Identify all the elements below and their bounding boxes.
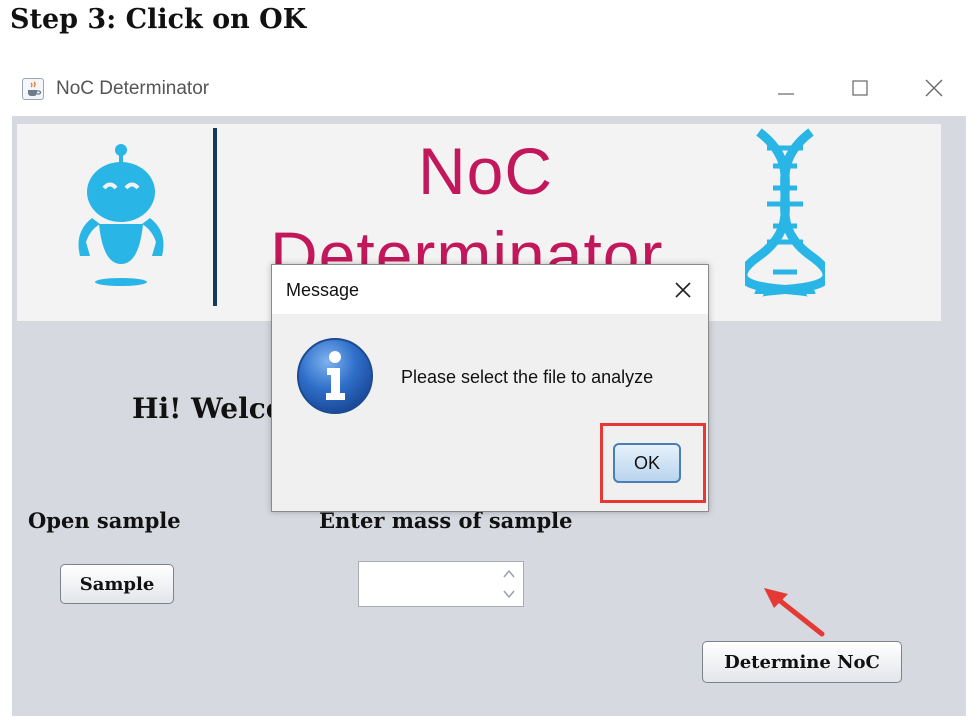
java-cup-icon bbox=[22, 78, 44, 100]
close-icon[interactable] bbox=[914, 72, 954, 106]
info-icon bbox=[297, 338, 373, 414]
banner-divider bbox=[213, 128, 217, 306]
window-titlebar: NoC Determinator bbox=[10, 66, 972, 114]
step-heading: Step 3: Click on OK bbox=[10, 4, 307, 35]
dialog-message: Please select the file to analyze bbox=[401, 367, 654, 387]
mass-input[interactable] bbox=[361, 564, 495, 604]
determine-noc-button[interactable]: Determine NoC bbox=[702, 641, 902, 683]
robot-icon bbox=[78, 144, 164, 286]
window-title: NoC Determinator bbox=[56, 78, 210, 99]
spinner-up-icon[interactable] bbox=[498, 564, 520, 584]
dialog-titlebar: Message bbox=[272, 265, 708, 314]
dialog-title: Message bbox=[286, 280, 360, 300]
mass-spinner[interactable] bbox=[358, 561, 524, 607]
open-sample-label: Open sample bbox=[28, 508, 181, 533]
message-dialog: Message Please select the file to analyz… bbox=[271, 264, 709, 512]
red-arrow-icon bbox=[764, 588, 825, 637]
maximize-icon[interactable] bbox=[840, 72, 880, 106]
ok-button[interactable]: OK bbox=[613, 443, 681, 483]
spinner-buttons bbox=[498, 564, 520, 604]
minimize-icon[interactable] bbox=[766, 72, 806, 106]
spinner-down-icon[interactable] bbox=[498, 584, 520, 604]
sample-button[interactable]: Sample bbox=[60, 564, 174, 604]
dna-icon bbox=[745, 128, 825, 298]
dialog-close-icon[interactable] bbox=[668, 275, 698, 305]
banner-title-line1: NoC bbox=[418, 134, 554, 208]
